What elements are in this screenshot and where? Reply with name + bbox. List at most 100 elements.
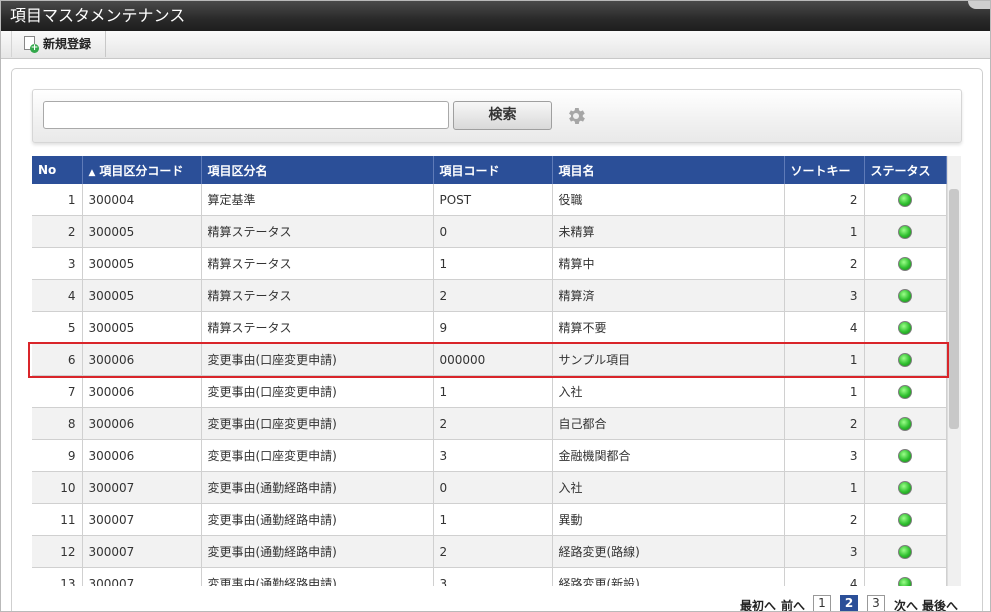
cell-status [864,439,947,472]
status-active-icon [898,544,912,559]
cell-item-code: 3 [433,439,553,472]
cell-category-code: 300006 [82,407,202,440]
cell-item-name: 経路変更(路線) [552,535,785,568]
cell-sort-key: 1 [784,215,865,248]
cell-category-code: 300007 [82,471,202,504]
gear-icon[interactable] [565,105,587,127]
cell-sort-key: 3 [784,439,865,472]
cell-category-name: 精算ステータス [201,279,434,312]
cell-item-name: 精算不要 [552,311,785,344]
cell-category-name: 変更事由(通勤経路申請) [201,471,434,504]
cell-status [864,407,947,440]
cell-status [864,184,947,216]
cell-category-name: 変更事由(口座変更申請) [201,343,434,376]
cell-item-name: 精算済 [552,279,785,312]
table-row[interactable]: 2 300005 精算ステータス 0 未精算 1 [32,215,947,248]
cell-item-name: 未精算 [552,215,785,248]
cell-item-name: 経路変更(新設) [552,567,785,586]
window-title: 項目マスタメンテナンス [10,6,186,25]
column-header-no[interactable]: No [32,156,83,184]
window-titlebar: 項目マスタメンテナンス [1,1,990,31]
column-header-item-name[interactable]: 項目名 [552,156,785,184]
table-row[interactable]: 12 300007 変更事由(通勤経路申請) 2 経路変更(路線) 3 [32,535,947,568]
column-header-category-code[interactable]: ▲ 項目区分コード [82,156,202,184]
main-panel: 検索 No ▲ 項目区分コード 項目区分名 項目コード 項目名 ソートキー ステ… [11,68,983,611]
new-document-icon: + [24,36,39,53]
new-entry-button[interactable]: + 新規登録 [11,31,106,57]
table-row[interactable]: 13 300007 変更事由(通勤経路申請) 3 経路変更(新設) 4 [32,567,947,586]
cell-no: 13 [32,567,83,586]
cell-no: 4 [32,279,83,312]
cell-no: 9 [32,439,83,472]
column-header-item-code[interactable]: 項目コード [433,156,553,184]
scrollbar-thumb[interactable] [949,189,959,429]
table-row[interactable]: 6 300006 変更事由(口座変更申請) 000000 サンプル項目 1 [32,343,947,376]
table-row[interactable]: 8 300006 変更事由(口座変更申請) 2 自己都合 2 [32,407,947,440]
cell-status [864,471,947,504]
pager-next-link[interactable]: 次へ [894,597,918,611]
status-active-icon [898,352,912,367]
cell-item-code: 1 [433,375,553,408]
cell-no: 10 [32,471,83,504]
status-active-icon [898,480,912,495]
status-active-icon [898,416,912,431]
cell-sort-key: 1 [784,471,865,504]
status-active-icon [898,576,912,586]
cell-category-code: 300007 [82,503,202,536]
search-button[interactable]: 検索 [453,101,552,130]
cell-category-code: 300004 [82,184,202,216]
column-header-status[interactable]: ステータス [864,156,947,184]
cell-item-name: 入社 [552,471,785,504]
cell-item-code: 0 [433,471,553,504]
pager-prev-link[interactable]: 前へ [781,597,805,611]
search-bar: 検索 [32,89,962,143]
cell-no: 3 [32,247,83,280]
cell-category-code: 300005 [82,311,202,344]
grid-vertical-scrollbar[interactable] [947,156,961,586]
pager-page-3[interactable]: 3 [867,595,885,611]
pager-page-2-current[interactable]: 2 [840,595,858,611]
pagination: 最初へ 前へ 1 2 3 次へ 最後へ [1,593,990,611]
status-active-icon [898,320,912,335]
cell-category-code: 300005 [82,279,202,312]
search-input[interactable] [43,101,449,129]
cell-no: 11 [32,503,83,536]
table-row[interactable]: 1 300004 算定基準 POST 役職 2 [32,184,947,216]
cell-item-code: 0 [433,215,553,248]
cell-category-code: 300007 [82,567,202,586]
new-entry-label: 新規登録 [43,37,92,51]
cell-item-name: 自己都合 [552,407,785,440]
table-row[interactable]: 11 300007 変更事由(通勤経路申請) 1 異動 2 [32,503,947,536]
cell-no: 12 [32,535,83,568]
table-row[interactable]: 9 300006 変更事由(口座変更申請) 3 金融機関都合 3 [32,439,947,472]
table-row[interactable]: 3 300005 精算ステータス 1 精算中 2 [32,247,947,280]
cell-item-code: 1 [433,503,553,536]
cell-category-name: 算定基準 [201,184,434,216]
cell-category-code: 300006 [82,439,202,472]
cell-item-name: 入社 [552,375,785,408]
item-master-table: No ▲ 項目区分コード 項目区分名 項目コード 項目名 ソートキー ステータス … [32,156,947,586]
cell-sort-key: 1 [784,375,865,408]
table-row[interactable]: 5 300005 精算ステータス 9 精算不要 4 [32,311,947,344]
table-row[interactable]: 10 300007 変更事由(通勤経路申請) 0 入社 1 [32,471,947,504]
cell-category-name: 精算ステータス [201,215,434,248]
cell-sort-key: 1 [784,343,865,376]
status-active-icon [898,448,912,463]
pager-first-link[interactable]: 最初へ [740,597,776,611]
column-header-category-name[interactable]: 項目区分名 [201,156,434,184]
cell-category-name: 変更事由(口座変更申請) [201,439,434,472]
cell-sort-key: 3 [784,279,865,312]
cell-category-name: 精算ステータス [201,247,434,280]
cell-category-name: 変更事由(口座変更申請) [201,375,434,408]
column-header-sort-key[interactable]: ソートキー [784,156,865,184]
pager-last-link[interactable]: 最後へ [922,597,958,611]
table-row[interactable]: 7 300006 変更事由(口座変更申請) 1 入社 1 [32,375,947,408]
cell-item-code: 9 [433,311,553,344]
table-row[interactable]: 4 300005 精算ステータス 2 精算済 3 [32,279,947,312]
cell-no: 7 [32,375,83,408]
cell-category-name: 変更事由(通勤経路申請) [201,567,434,586]
pager-page-1[interactable]: 1 [813,595,831,611]
cell-sort-key: 2 [784,247,865,280]
cell-item-name: 精算中 [552,247,785,280]
cell-category-name: 変更事由(通勤経路申請) [201,503,434,536]
